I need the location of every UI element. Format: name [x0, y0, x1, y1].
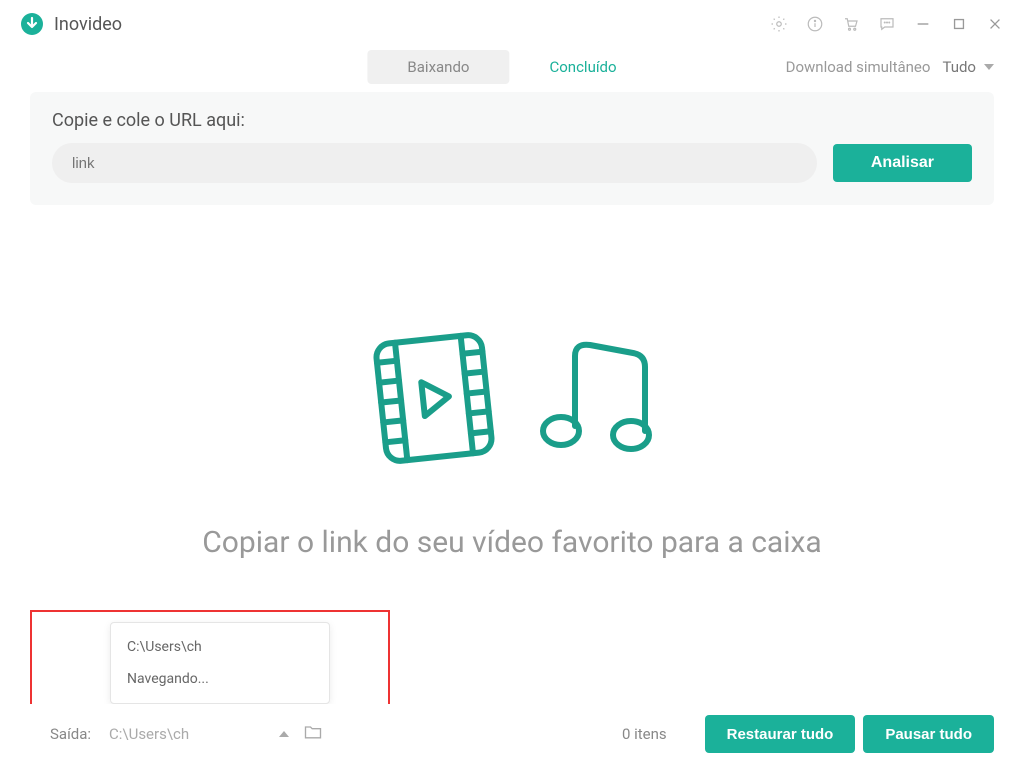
pause-all-button[interactable]: Pausar tudo — [863, 715, 994, 753]
url-row: Analisar — [52, 143, 972, 183]
output-label: Saída: — [50, 725, 91, 743]
items-count: 0 itens — [622, 725, 667, 743]
analyze-button[interactable]: Analisar — [833, 144, 972, 182]
tab-completed[interactable]: Concluído — [509, 50, 656, 84]
empty-illustration — [359, 321, 665, 475]
simultaneous-select[interactable]: Tudo — [942, 58, 994, 76]
video-clip-icon — [359, 321, 509, 475]
chevron-up-icon — [279, 731, 289, 737]
music-note-icon — [525, 331, 665, 465]
empty-message: Copiar o link do seu vídeo favorito para… — [202, 525, 822, 560]
url-input[interactable] — [52, 143, 817, 183]
info-icon[interactable] — [806, 15, 824, 33]
output-path-select[interactable]: C:\Users\ch — [109, 725, 289, 743]
output-path-dropdown: C:\Users\ch Navegando... — [110, 622, 330, 704]
dropdown-item-path[interactable]: C:\Users\ch — [111, 631, 329, 663]
simultaneous-download-group: Download simultâneo Tudo — [786, 58, 994, 76]
restore-all-button[interactable]: Restaurar tudo — [705, 715, 856, 753]
tab-downloading[interactable]: Baixando — [367, 50, 509, 84]
dropdown-item-browse[interactable]: Navegando... — [111, 663, 329, 695]
tabs-row: Baixando Concluído Download simultâneo T… — [0, 48, 1024, 86]
titlebar-controls — [770, 15, 1004, 33]
app-logo-icon — [20, 12, 44, 36]
url-label: Copie e cole o URL aqui: — [52, 110, 972, 131]
folder-icon[interactable] — [303, 722, 323, 746]
simultaneous-value: Tudo — [942, 58, 976, 76]
output-path-text: C:\Users\ch — [109, 725, 189, 743]
minimize-icon[interactable] — [914, 15, 932, 33]
settings-icon[interactable] — [770, 15, 788, 33]
cart-icon[interactable] — [842, 15, 860, 33]
titlebar: Inovideo — [0, 0, 1024, 48]
maximize-icon[interactable] — [950, 15, 968, 33]
simultaneous-label: Download simultâneo — [786, 58, 931, 76]
footer-bar: Saída: C:\Users\ch 0 itens Restaurar tud… — [0, 704, 1024, 764]
app-title: Inovideo — [54, 14, 122, 35]
url-section: Copie e cole o URL aqui: Analisar — [30, 92, 994, 205]
empty-state: Copiar o link do seu vídeo favorito para… — [0, 211, 1024, 560]
tabs: Baixando Concluído — [367, 50, 656, 84]
close-icon[interactable] — [986, 15, 1004, 33]
chat-icon[interactable] — [878, 15, 896, 33]
chevron-down-icon — [984, 64, 994, 70]
